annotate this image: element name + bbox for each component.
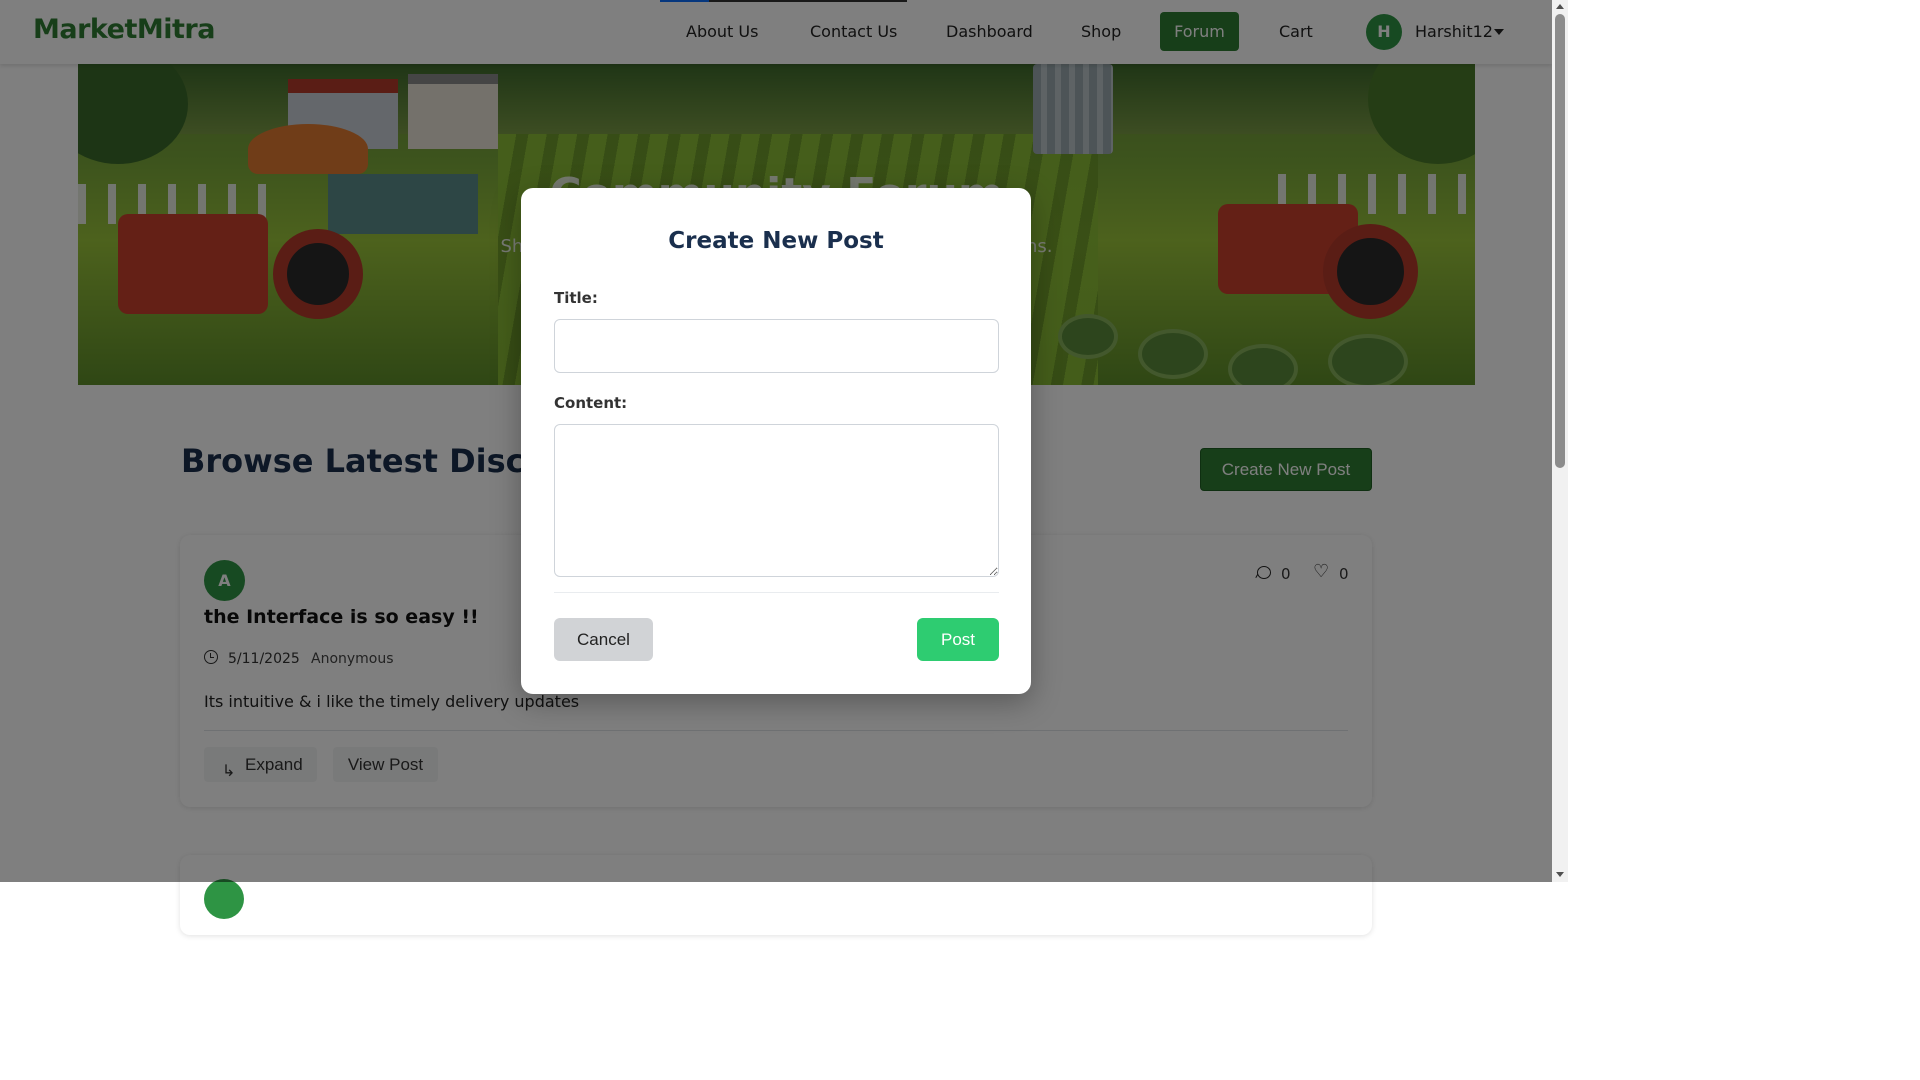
create-post-modal: Create New Post Title: Content: Cancel P… bbox=[521, 188, 1031, 694]
post-content-textarea[interactable] bbox=[554, 424, 999, 577]
avatar bbox=[204, 879, 244, 919]
post-title-input[interactable] bbox=[554, 319, 999, 373]
cancel-button[interactable]: Cancel bbox=[554, 618, 653, 661]
content-label: Content: bbox=[554, 394, 628, 412]
page-scrollbar[interactable] bbox=[1552, 0, 1568, 882]
scroll-down-icon[interactable] bbox=[1556, 872, 1564, 877]
post-button[interactable]: Post bbox=[917, 618, 999, 661]
scroll-up-icon[interactable] bbox=[1556, 4, 1564, 9]
title-label: Title: bbox=[554, 289, 598, 307]
scrollbar-thumb[interactable] bbox=[1555, 14, 1565, 468]
divider bbox=[554, 592, 999, 593]
modal-title: Create New Post bbox=[668, 228, 884, 254]
